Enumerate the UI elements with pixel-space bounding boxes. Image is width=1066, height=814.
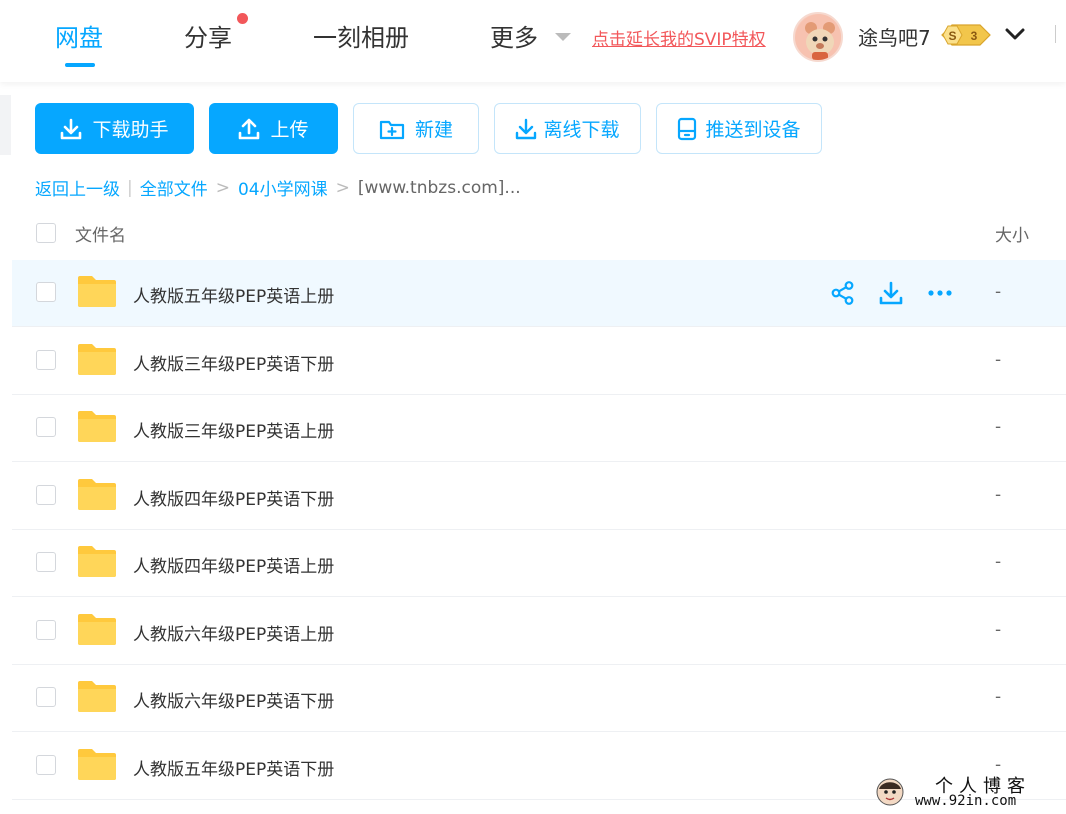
row-actions [830,280,954,310]
offline-download-label: 离线下载 [543,119,620,141]
folder-icon [76,477,118,515]
breadcrumb-separator: > [335,177,350,198]
top-nav: 网盘 分享 一刻相册 更多 点击延长我的SVIP特权 途鸟吧7 S 3 [0,0,1066,82]
file-name[interactable]: 人教版六年级PEP英语下册 [133,687,334,712]
file-row[interactable]: 人教版四年级PEP英语上册 - [12,530,1066,597]
file-row[interactable]: 人教版三年级PEP英语下册 - [12,328,1066,395]
sidebar-edge [0,95,11,155]
select-all-checkbox[interactable] [36,223,56,243]
file-list-header: 文件名 大小 [12,205,1066,260]
avatar[interactable] [793,12,843,62]
notification-dot [237,13,248,24]
download-helper-button[interactable]: 下载助手 [35,103,194,154]
watermark-logo-icon [876,778,904,806]
svip-level-badge: S 3 [938,24,992,50]
upload-label: 上传 [270,119,309,141]
avatar-image [795,14,841,60]
file-row[interactable]: 人教版四年级PEP英语下册 - [12,463,1066,530]
svip-renew-link[interactable]: 点击延长我的SVIP特权 [592,25,766,50]
breadcrumb-divider: | [127,177,133,198]
file-row[interactable]: 人教版六年级PEP英语上册 - [12,598,1066,665]
offline-download-button[interactable]: 离线下载 [494,103,641,154]
new-folder-icon [379,118,405,140]
folder-icon [76,409,118,447]
download-icon [60,118,82,140]
row-checkbox[interactable] [36,417,56,437]
row-checkbox[interactable] [36,552,56,572]
file-size: - [995,417,1002,437]
watermark: 个人博客 www.92in.com [873,772,1063,812]
file-row[interactable]: 人教版五年级PEP英语上册 - [12,260,1066,327]
breadcrumb-separator: > [215,177,230,198]
tab-more[interactable]: 更多 [490,18,538,53]
file-row[interactable]: 人教版三年级PEP英语上册 - [12,395,1066,462]
breadcrumb-current: [www.tnbzs.com]... [357,177,521,198]
breadcrumb-folder[interactable]: 04小学网课 [238,175,328,200]
svg-text:3: 3 [971,29,978,43]
svg-text:S: S [948,29,956,43]
file-name[interactable]: 人教版四年级PEP英语下册 [133,485,334,510]
folder-icon [76,274,118,312]
active-tab-indicator [65,63,95,67]
offline-download-icon [515,118,537,140]
row-checkbox[interactable] [36,619,56,640]
folder-icon [76,544,118,582]
upload-button[interactable]: 上传 [209,103,338,154]
download-icon[interactable] [878,280,904,310]
tab-netdisk[interactable]: 网盘 [55,18,103,53]
username[interactable]: 途鸟吧7 [858,22,931,51]
file-size: - [995,619,1002,640]
more-caret-icon[interactable] [555,33,571,41]
more-options-icon[interactable] [926,280,954,310]
breadcrumb: 返回上一级 | 全部文件 > 04小学网课 > [www.tnbzs.com].… [35,175,521,201]
upload-icon [238,118,260,140]
new-folder-label: 新建 [414,119,453,141]
share-icon[interactable] [830,280,856,310]
file-size: - [995,687,1002,707]
file-name[interactable]: 人教版六年级PEP英语上册 [133,620,334,645]
chevron-down-icon[interactable] [1004,24,1026,48]
device-icon [677,117,697,141]
row-checkbox[interactable] [36,687,56,707]
download-helper-label: 下载助手 [92,119,169,141]
file-name[interactable]: 人教版四年级PEP英语上册 [133,552,334,577]
new-folder-button[interactable]: 新建 [353,103,479,154]
push-to-device-button[interactable]: 推送到设备 [656,103,822,154]
nav-divider [1055,25,1056,43]
column-header-size[interactable]: 大小 [995,221,1029,246]
file-name[interactable]: 人教版五年级PEP英语上册 [133,282,334,307]
row-checkbox[interactable] [36,349,56,370]
row-checkbox[interactable] [36,484,56,505]
breadcrumb-all-files[interactable]: 全部文件 [140,175,208,200]
file-name[interactable]: 人教版三年级PEP英语下册 [133,350,334,375]
folder-icon [76,679,118,717]
row-checkbox[interactable] [36,282,56,302]
file-size: - [995,552,1002,572]
file-name[interactable]: 人教版五年级PEP英语下册 [133,755,334,780]
file-row[interactable]: 人教版六年级PEP英语下册 - [12,665,1066,732]
file-name[interactable]: 人教版三年级PEP英语上册 [133,417,334,442]
file-size: - [995,484,1002,505]
file-size: - [995,349,1002,370]
watermark-url: www.92in.com [915,793,1017,809]
folder-icon [76,342,118,380]
push-to-device-label: 推送到设备 [705,119,801,141]
tab-share[interactable]: 分享 [184,18,232,53]
folder-icon [76,747,118,785]
breadcrumb-back[interactable]: 返回上一级 [35,175,120,200]
column-header-name[interactable]: 文件名 [75,221,126,246]
tab-album[interactable]: 一刻相册 [313,18,409,53]
file-size: - [995,282,1002,302]
row-checkbox[interactable] [36,754,56,775]
folder-icon [76,612,118,650]
